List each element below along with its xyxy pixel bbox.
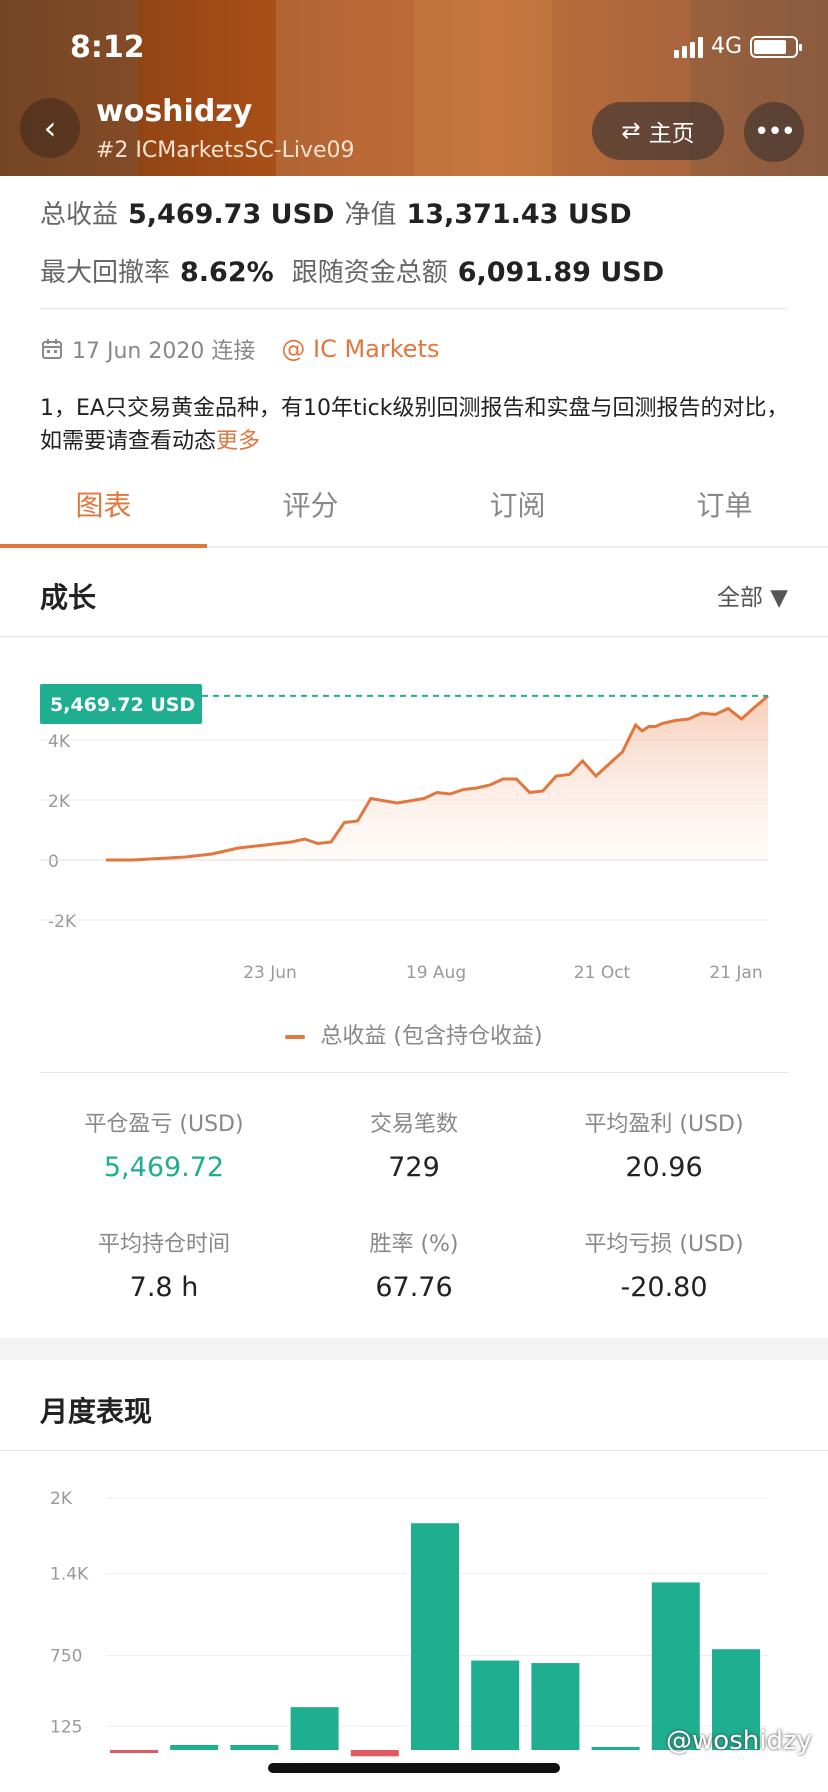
y-tick-label: 1.4K (50, 1565, 89, 1585)
home-button[interactable]: ⇄ 主页 (592, 102, 724, 160)
growth-chart: 4K 2K 0 -2K 23 Jun 19 Aug 21 Oct 21 Jan 5,469.7… (40, 684, 769, 983)
divider (40, 1072, 788, 1073)
metric-value: 729 (388, 1152, 440, 1183)
metric-win-rate: 胜率 (%) 67.76 (294, 1226, 534, 1303)
metric-value: 7.8 h (129, 1272, 199, 1303)
metric-avg-profit: 平均盈利 (USD) 20.96 (544, 1106, 784, 1183)
metric-label: 交易笔数 (369, 1112, 458, 1137)
monthly-bar (170, 1744, 219, 1750)
y-tick-label: 0 (48, 852, 59, 872)
monthly-bar (531, 1663, 580, 1750)
current-value-badge: 5,469.72 USD (40, 684, 202, 724)
metric-avg-loss: 平均亏损 (USD) -20.80 (544, 1226, 784, 1303)
monthly-bar (110, 1750, 158, 1753)
at-icon: @ (281, 335, 306, 363)
metric-label: 胜率 (%) (369, 1232, 459, 1257)
network-label: 4G (710, 34, 742, 59)
follow-funds-value: 6,091.89 USD (457, 257, 665, 288)
tab-subscribe[interactable]: 订阅 (414, 468, 621, 546)
connect-date: 17 Jun 2020 连接 (72, 339, 256, 364)
x-tick-label: 21 Oct (574, 963, 631, 983)
account-meta: 17 Jun 2020 连接 @ IC Markets (40, 333, 439, 365)
profile-header: 8:12 4G ‹ woshidzy #2 ICMarketsSC-Live09… (0, 0, 828, 176)
divider (40, 308, 788, 309)
caret-down-icon: ▼ (770, 585, 788, 611)
monthly-bar (350, 1750, 399, 1757)
drawdown-follow-row: 最大回撤率 8.62% 跟随资金总额 6,091.89 USD (40, 252, 664, 289)
monthly-bar (591, 1747, 640, 1750)
strategy-description: 1，EA只交易黄金品种，有10年tick级别回测报告和实盘与回测报告的对比，如需… (40, 392, 790, 458)
swap-icon: ⇄ (621, 118, 641, 144)
monthly-bar (411, 1523, 459, 1750)
total-profit-label: 总收益 (40, 200, 119, 230)
x-tick-label: 19 Aug (406, 963, 466, 983)
divider (0, 636, 828, 637)
legend-swatch (285, 1035, 306, 1039)
ellipsis-icon: ••• (753, 117, 796, 147)
signal-icon (673, 36, 703, 58)
monthly-bar (290, 1707, 339, 1750)
home-button-label: 主页 (648, 121, 695, 147)
status-indicators: 4G (673, 34, 802, 59)
broker-name: IC Markets (312, 335, 440, 363)
metric-label: 平均亏损 (USD) (584, 1232, 744, 1257)
divider (0, 1450, 828, 1451)
tab-orders[interactable]: 订单 (621, 468, 828, 546)
account-name: woshidzy (96, 94, 253, 129)
calendar-icon (42, 339, 62, 359)
monthly-bar (230, 1744, 279, 1750)
current-value-badge-text: 5,469.72 USD (50, 694, 195, 716)
description-text: 1，EA只交易黄金品种，有10年tick级别回测报告和实盘与回测报告的对比，如需… (40, 396, 789, 454)
profit-equity-row: 总收益 5,469.73 USD 净值 13,371.43 USD (40, 194, 632, 231)
watermark: @woshidzy (666, 1726, 812, 1756)
account-subtitle: #2 ICMarketsSC-Live09 (96, 138, 355, 163)
follow-funds-label: 跟随资金总额 (291, 258, 448, 288)
metric-avg-hold-time: 平均持仓时间 7.8 h (44, 1226, 284, 1303)
monthly-title: 月度表现 (40, 1395, 153, 1428)
broker-link[interactable]: @ IC Markets (281, 335, 439, 363)
metric-value: 20.96 (625, 1152, 703, 1183)
total-profit-value: 5,469.73 USD (128, 199, 335, 230)
y-tick-label: 125 (50, 1717, 82, 1737)
tab-rating[interactable]: 评分 (207, 468, 414, 546)
metric-value: -20.80 (620, 1272, 708, 1303)
range-selector-label: 全部 (716, 585, 763, 611)
monthly-bar (471, 1660, 520, 1750)
more-options-button[interactable]: ••• (744, 102, 804, 162)
x-tick-label: 23 Jun (243, 963, 297, 983)
monthly-bar (651, 1582, 700, 1750)
legend-label: 总收益 (包含持仓收益) (320, 1024, 543, 1049)
status-time: 8:12 (70, 30, 145, 65)
y-tick-label: 750 (50, 1647, 82, 1667)
metric-label: 平均持仓时间 (97, 1232, 230, 1257)
metric-value: 5,469.72 (103, 1152, 225, 1183)
tab-chart[interactable]: 图表 (0, 468, 207, 548)
home-indicator (268, 1763, 560, 1773)
tab-bar: 图表 评分 订阅 订单 (0, 468, 828, 548)
metric-trade-count: 交易笔数 729 (294, 1106, 534, 1183)
back-button[interactable]: ‹ (20, 98, 80, 158)
metric-closed-pnl: 平仓盈亏 (USD) 5,469.72 (44, 1106, 284, 1183)
metric-label: 平仓盈亏 (USD) (84, 1112, 244, 1137)
monthly-chart: 2K 1.4K 750 125 (50, 1489, 768, 1757)
metric-label: 平均盈利 (USD) (584, 1112, 744, 1137)
drawdown-value: 8.62% (180, 257, 274, 288)
equity-label: 净值 (344, 200, 397, 230)
y-tick-label: -2K (48, 912, 77, 932)
battery-icon (750, 35, 802, 58)
equity-value: 13,371.43 USD (406, 199, 632, 230)
chevron-left-icon: ‹ (43, 109, 57, 147)
growth-title: 成长 (40, 581, 97, 614)
x-tick-label: 21 Jan (709, 963, 762, 983)
section-gap (0, 1338, 828, 1360)
y-tick-label: 2K (48, 792, 71, 812)
range-selector[interactable]: 全部 ▼ (717, 578, 788, 612)
header-background-photo (414, 0, 552, 176)
y-tick-label: 4K (48, 732, 71, 752)
y-tick-label: 2K (50, 1489, 73, 1509)
description-more-link[interactable]: 更多 (216, 429, 260, 454)
metric-value: 67.76 (375, 1272, 453, 1303)
growth-legend: 总收益 (包含持仓收益) (0, 1018, 828, 1050)
drawdown-label: 最大回撤率 (40, 258, 171, 288)
